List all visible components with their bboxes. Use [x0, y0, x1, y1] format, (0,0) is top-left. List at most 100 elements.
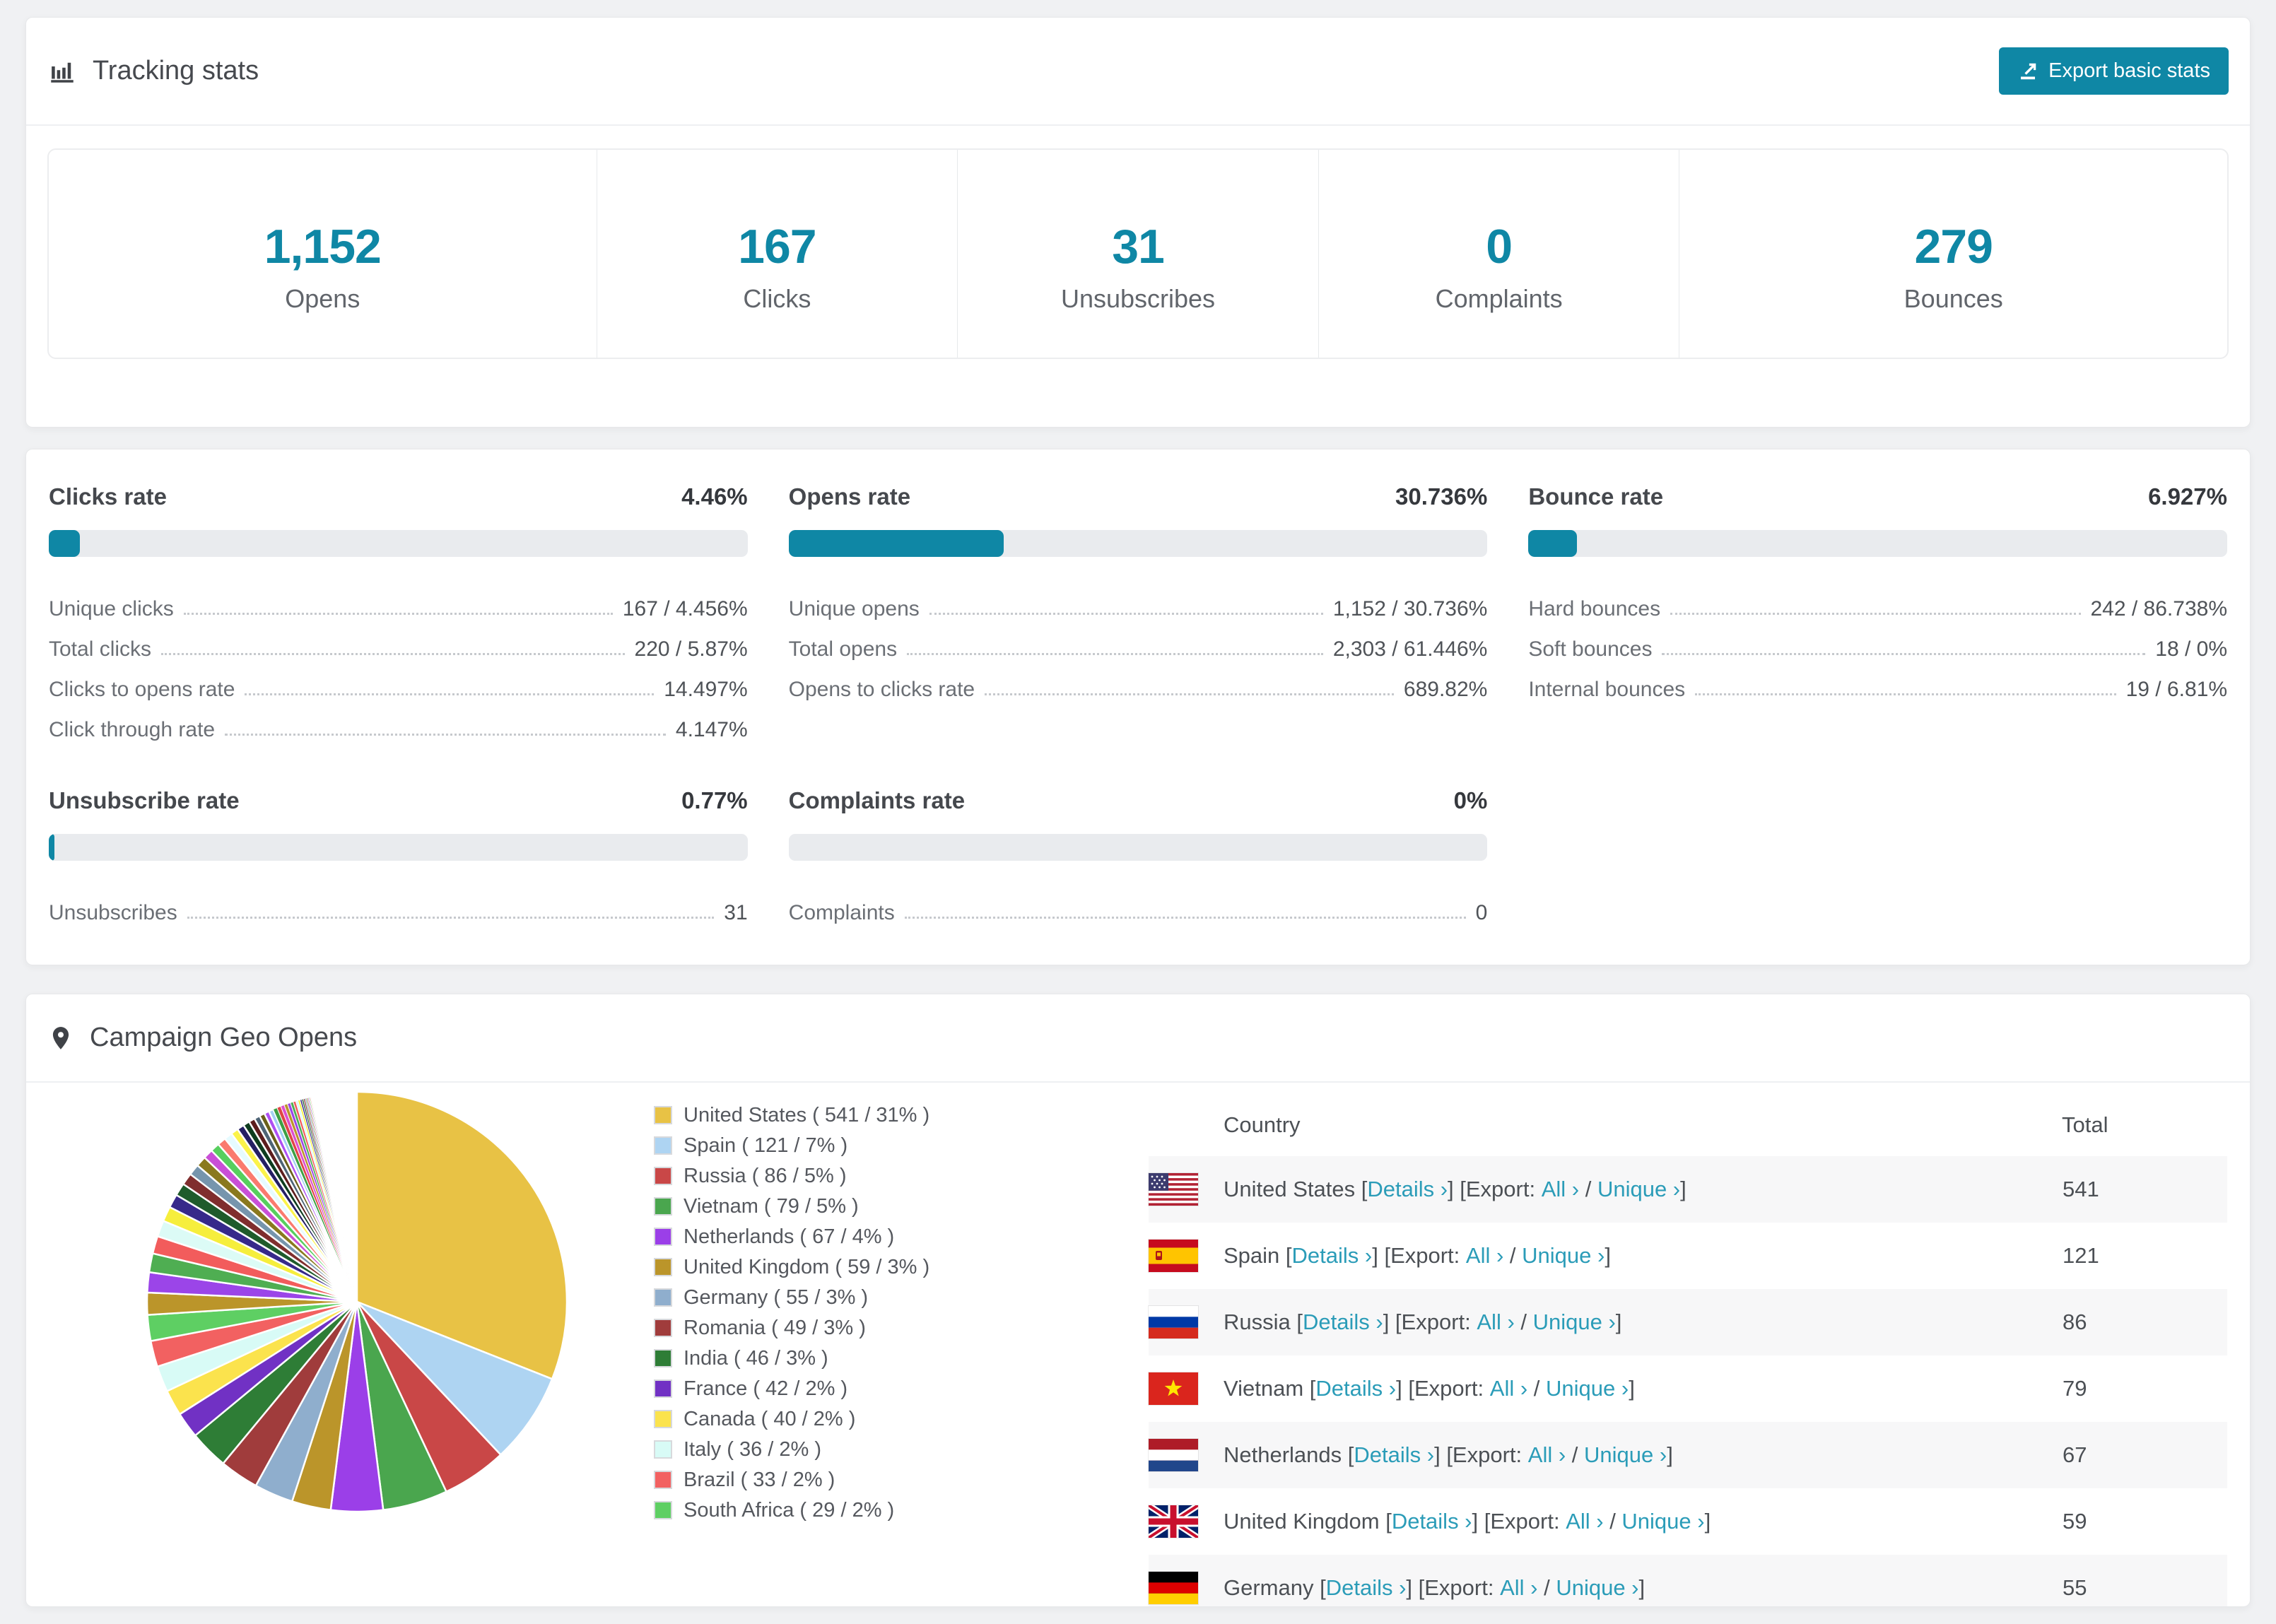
export-basic-stats-button[interactable]: Export basic stats	[1999, 47, 2229, 95]
legend-item-germany[interactable]: Germany ( 55 / 3% )	[654, 1286, 1078, 1309]
legend-label: Romania ( 49 / 3% )	[684, 1317, 866, 1339]
dotted-leader	[187, 917, 715, 919]
detail-value: 167 / 4.456%	[622, 597, 748, 620]
rate-title: Opens rate	[788, 483, 911, 510]
rate-title: Unsubscribe rate	[49, 787, 240, 813]
link-separator: /	[1514, 1310, 1533, 1334]
rate-rows: Complaints 0	[789, 885, 1488, 925]
dotted-leader	[985, 693, 1394, 695]
stat-detail-row: Total opens 2,303 / 61.446%	[789, 621, 1488, 661]
export-unique-link[interactable]: Unique ›	[1546, 1376, 1629, 1401]
export-prefix: ] [Export:	[1396, 1376, 1490, 1401]
export-unique-link[interactable]: Unique ›	[1584, 1442, 1667, 1468]
legend-swatch	[654, 1106, 672, 1124]
details-link[interactable]: Details ›	[1392, 1509, 1472, 1534]
detail-value: 689.82%	[1403, 678, 1488, 701]
legend-item-vietnam[interactable]: Vietnam ( 79 / 5% )	[654, 1195, 1078, 1218]
legend-label: India ( 46 / 3% )	[684, 1347, 828, 1370]
legend-item-france[interactable]: France ( 42 / 2% )	[654, 1377, 1078, 1400]
legend-label: Russia ( 86 / 5% )	[684, 1165, 847, 1187]
rate-rows: Unsubscribes 31	[49, 885, 748, 925]
legend-item-romania[interactable]: Romania ( 49 / 3% )	[654, 1317, 1078, 1339]
rate-title: Complaints rate	[788, 787, 966, 813]
export-unique-link[interactable]: Unique ›	[1597, 1177, 1680, 1202]
dotted-leader	[929, 613, 1323, 615]
export-all-link[interactable]: All ›	[1500, 1575, 1537, 1601]
export-prefix: ] [Export:	[1472, 1509, 1566, 1534]
progress-fill	[1528, 530, 1577, 557]
dotted-leader	[245, 693, 655, 695]
country-total: 541	[2063, 1177, 2099, 1201]
legend-label: France ( 42 / 2% )	[684, 1377, 848, 1400]
stat-value: 1,152	[264, 220, 382, 273]
export-all-link[interactable]: All ›	[1542, 1177, 1579, 1202]
country-name: Vietnam	[1224, 1376, 1304, 1401]
table-row-united-kingdom: United Kingdom [ Details › ] [Export: Al…	[1146, 1488, 2227, 1555]
details-link[interactable]: Details ›	[1292, 1243, 1373, 1269]
stat-detail-row: Hard bounces 242 / 86.738%	[1528, 581, 2227, 621]
legend-swatch	[654, 1288, 672, 1307]
detail-label: Total opens	[788, 637, 898, 661]
progress-bar	[788, 834, 1488, 861]
details-link[interactable]: Details ›	[1367, 1177, 1448, 1202]
legend-swatch	[654, 1440, 672, 1459]
detail-label: Unsubscribes	[49, 901, 177, 924]
export-all-link[interactable]: All ›	[1528, 1442, 1566, 1468]
country-name: Netherlands	[1224, 1442, 1342, 1467]
dotted-leader	[1662, 653, 2146, 655]
legend-swatch	[654, 1136, 672, 1155]
country-name: Spain	[1224, 1243, 1280, 1268]
rate-value: 0.77%	[681, 787, 748, 813]
bracket-open: [	[1379, 1509, 1392, 1534]
legend-item-south-africa[interactable]: South Africa ( 29 / 2% )	[654, 1499, 1078, 1522]
export-all-link[interactable]: All ›	[1477, 1310, 1514, 1335]
legend-item-canada[interactable]: Canada ( 40 / 2% )	[654, 1408, 1078, 1430]
rate-rows: Unique clicks 167 / 4.456% Total clicks …	[49, 581, 748, 742]
bracket-close: ]	[1629, 1376, 1635, 1401]
country-cell: Vietnam [ Details › ] [Export: All › / U…	[1149, 1355, 2062, 1422]
legend-swatch	[654, 1167, 672, 1185]
legend-label: Spain ( 121 / 7% )	[684, 1134, 848, 1157]
stat-value: 279	[1914, 220, 1993, 273]
stat-detail-row: Opens to clicks rate 689.82%	[789, 661, 1488, 702]
legend-item-russia[interactable]: Russia ( 86 / 5% )	[654, 1165, 1078, 1187]
legend-item-india[interactable]: India ( 46 / 3% )	[654, 1347, 1078, 1370]
export-unique-link[interactable]: Unique ›	[1556, 1575, 1638, 1601]
column-header-total: Total	[2062, 1112, 2108, 1137]
legend-item-united-kingdom[interactable]: United Kingdom ( 59 / 3% )	[654, 1256, 1078, 1278]
stat-label: Opens	[285, 284, 360, 313]
dotted-leader	[183, 613, 613, 615]
country-name: United Kingdom	[1224, 1509, 1380, 1534]
flag-gb-icon	[1146, 1502, 1200, 1541]
rate-block-opens-rate: Opens rate 30.736% Unique opens 1,152 / …	[788, 483, 1488, 742]
export-all-link[interactable]: All ›	[1490, 1376, 1527, 1401]
detail-value: 1,152 / 30.736%	[1332, 597, 1488, 620]
details-link[interactable]: Details ›	[1303, 1310, 1383, 1335]
legend-item-brazil[interactable]: Brazil ( 33 / 2% )	[654, 1469, 1078, 1491]
link-separator: /	[1527, 1376, 1547, 1401]
detail-label: Internal bounces	[1528, 678, 1686, 701]
legend-label: Canada ( 40 / 2% )	[684, 1408, 856, 1430]
legend-item-netherlands[interactable]: Netherlands ( 67 / 4% )	[654, 1225, 1078, 1248]
export-all-link[interactable]: All ›	[1566, 1509, 1603, 1534]
legend-item-italy[interactable]: Italy ( 36 / 2% )	[654, 1438, 1078, 1461]
geo-table: Country Total United States [ Details › …	[1146, 1098, 2227, 1606]
rate-rows: Unique opens 1,152 / 30.736% Total opens…	[789, 581, 1488, 702]
export-all-link[interactable]: All ›	[1466, 1243, 1503, 1269]
stat-detail-row: Unique opens 1,152 / 30.736%	[789, 581, 1488, 621]
legend-item-spain[interactable]: Spain ( 121 / 7% )	[654, 1134, 1078, 1157]
export-unique-link[interactable]: Unique ›	[1621, 1509, 1704, 1534]
stat-value: 31	[1112, 220, 1165, 273]
legend-swatch	[654, 1501, 672, 1519]
summary-stat-complaints: 0 Complaints	[1318, 150, 1679, 358]
country-cell: Russia [ Details › ] [Export: All › / Un…	[1149, 1289, 2062, 1355]
legend-label: Netherlands ( 67 / 4% )	[684, 1225, 895, 1248]
details-link[interactable]: Details ›	[1315, 1376, 1396, 1401]
legend-item-united-states[interactable]: United States ( 541 / 31% )	[654, 1104, 1078, 1126]
stat-detail-row: Internal bounces 19 / 6.81%	[1528, 661, 2227, 702]
detail-label: Clicks to opens rate	[49, 678, 235, 701]
export-unique-link[interactable]: Unique ›	[1522, 1243, 1605, 1269]
details-link[interactable]: Details ›	[1326, 1575, 1407, 1601]
export-unique-link[interactable]: Unique ›	[1533, 1310, 1616, 1335]
details-link[interactable]: Details ›	[1354, 1442, 1434, 1468]
